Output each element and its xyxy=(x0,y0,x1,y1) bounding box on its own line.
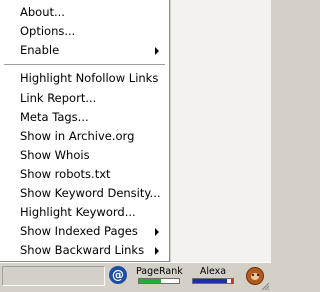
menu-item-enable[interactable]: Enable xyxy=(0,41,168,60)
menu-item-label: Link Report... xyxy=(20,91,97,105)
menu-item-label: Highlight Keyword... xyxy=(20,205,136,219)
menu-item-archive-org[interactable]: Show in Archive.org xyxy=(0,127,168,146)
menu-item-label: Show in Archive.org xyxy=(20,129,135,143)
pagerank-indicator[interactable]: PageRank xyxy=(136,266,183,286)
submenu-arrow-icon xyxy=(155,228,159,236)
alexa-bar xyxy=(192,278,234,284)
alexa-label: Alexa xyxy=(199,266,227,277)
menu-item-label: Show Indexed Pages xyxy=(20,224,138,238)
context-menu: About... Options... Enable Highlight Nof… xyxy=(0,0,170,262)
alexa-bar-marker xyxy=(231,278,233,284)
menu-item-keyword-density[interactable]: Show Keyword Density... xyxy=(0,184,168,203)
menu-item-label: Highlight Nofollow Links xyxy=(20,71,159,85)
at-sign-icon[interactable]: @ xyxy=(109,266,127,284)
menu-item-highlight-nofollow[interactable]: Highlight Nofollow Links xyxy=(0,69,168,88)
menu-item-backward-links[interactable]: Show Backward Links xyxy=(0,241,168,260)
menu-item-options[interactable]: Options... xyxy=(0,22,168,41)
pagerank-bar-fill xyxy=(139,279,161,283)
menu-item-whois[interactable]: Show Whois xyxy=(0,146,168,165)
menu-item-label: Options... xyxy=(20,24,76,38)
menu-item-highlight-keyword[interactable]: Highlight Keyword... xyxy=(0,203,168,222)
pagerank-label: PageRank xyxy=(136,266,183,277)
menu-item-label: Show Whois xyxy=(20,148,90,162)
page-area xyxy=(171,0,271,262)
menu-item-about[interactable]: About... xyxy=(0,3,168,22)
menu-item-meta-tags[interactable]: Meta Tags... xyxy=(0,108,168,127)
menu-item-link-report[interactable]: Link Report... xyxy=(0,89,168,108)
submenu-arrow-icon xyxy=(155,47,159,55)
menu-item-indexed-pages[interactable]: Show Indexed Pages xyxy=(0,222,168,241)
menu-item-robots[interactable]: Show robots.txt xyxy=(0,165,168,184)
menu-item-label: Show robots.txt xyxy=(20,167,111,181)
submenu-arrow-icon xyxy=(155,247,159,255)
monkey-eye xyxy=(257,274,259,276)
status-bar: @ PageRank Alexa xyxy=(0,262,271,292)
status-text-panel xyxy=(2,266,105,286)
menu-item-label: Show Backward Links xyxy=(20,243,145,257)
alexa-indicator[interactable]: Alexa xyxy=(190,266,236,286)
alexa-bar-fill xyxy=(193,279,227,283)
pagerank-bar xyxy=(138,278,180,284)
menu-item-label: Show Keyword Density... xyxy=(20,186,161,200)
menu-item-label: About... xyxy=(20,5,65,19)
monkey-eye xyxy=(252,274,254,276)
menu-separator xyxy=(4,64,165,66)
menu-item-label: Enable xyxy=(20,43,60,57)
menu-item-label: Meta Tags... xyxy=(20,110,89,124)
resize-grip-icon[interactable] xyxy=(260,281,270,291)
